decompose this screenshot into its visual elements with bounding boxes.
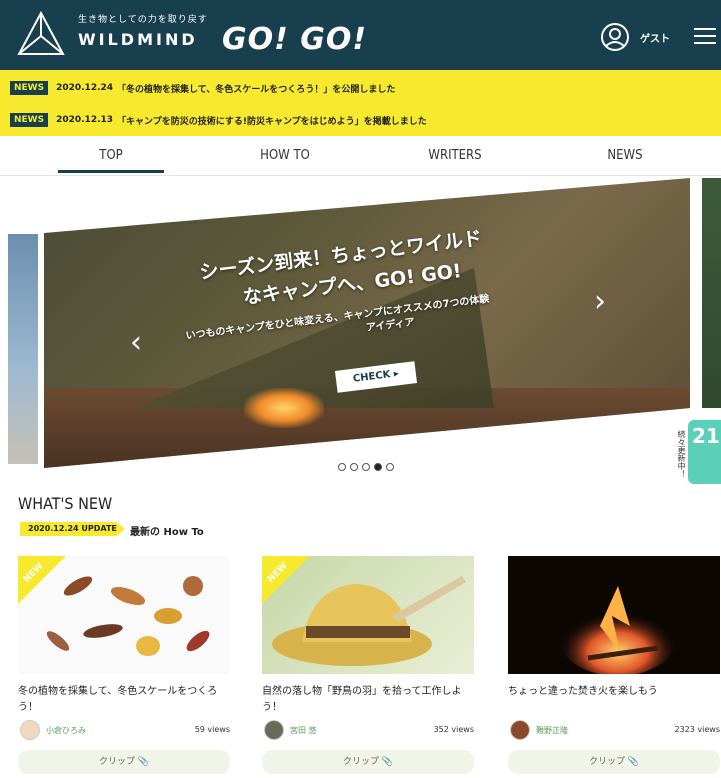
leaves-image	[46, 576, 210, 656]
article-card[interactable]: NEW 自然の落し物「野鳥の羽」を拾って工作しよう！ 宮田 悠 352 view…	[262, 556, 474, 774]
active-tab-indicator	[58, 170, 164, 173]
article-thumbnail[interactable]: NEW	[18, 556, 230, 674]
carousel-prev-slide[interactable]	[8, 234, 38, 464]
update-tag: 2020.12.24 UPDATE	[20, 522, 125, 536]
news-ticker: NEWS 2020.12.24 「冬の植物を採集して、冬色スケールをつくろう！」…	[0, 70, 721, 136]
author-name[interactable]: 小倉ひろみ	[46, 725, 86, 736]
clip-label: クリップ	[588, 757, 625, 767]
tab-writers[interactable]: WRITERS	[402, 148, 508, 163]
news-tag: NEWS	[10, 113, 49, 127]
view-count: 59 views	[194, 725, 230, 734]
article-title[interactable]: ちょっと違った焚き火を楽しもう	[508, 684, 720, 700]
avatar[interactable]	[264, 720, 284, 740]
main-tabs: TOP HOW TO WRITERS NEWS	[0, 140, 721, 176]
news-text: 「キャンプを防災の技術にする!防災キャンプをはじめよう」を掲載しました	[117, 116, 427, 127]
author-name[interactable]: 宮田 悠	[290, 725, 317, 736]
carousel-next-slide[interactable]	[702, 178, 721, 408]
clip-button[interactable]: クリップ 📎	[262, 750, 474, 774]
paperclip-icon: 📎	[627, 757, 640, 767]
carousel-dot[interactable]	[386, 463, 394, 471]
news-item[interactable]: NEWS 2020.12.24 「冬の植物を採集して、冬色スケールをつくろう！」…	[10, 78, 395, 98]
author-name[interactable]: 難野正隆	[536, 725, 568, 736]
article-title[interactable]: 冬の植物を採集して、冬色スケールをつくろう！	[18, 684, 230, 716]
logo-icon[interactable]	[16, 10, 66, 60]
article-card[interactable]: ちょっと違った焚き火を楽しもう 難野正隆 2323 views クリップ 📎	[508, 556, 720, 774]
site-tagline: 生き物としての力を取り戻す	[78, 15, 208, 25]
carousel-dot[interactable]	[338, 463, 346, 471]
chevron-right-icon[interactable]: ›	[594, 282, 616, 322]
clip-label: クリップ	[98, 757, 135, 767]
campfire-image	[558, 586, 678, 674]
side-badge-vertical-text: 続々更新中！	[677, 430, 686, 478]
whats-new-label: 最新の How To	[130, 527, 204, 538]
article-thumbnail[interactable]	[508, 556, 720, 674]
site-header: 生き物としての力を取り戻す WILDMIND GO! GO! ゲスト	[0, 0, 721, 70]
side-badge-number: 213	[692, 424, 721, 448]
carousel-dot[interactable]	[362, 463, 370, 471]
avatar[interactable]	[20, 720, 40, 740]
tab-top[interactable]: TOP	[58, 148, 164, 163]
paperclip-icon: 📎	[137, 757, 150, 767]
news-tag: NEWS	[10, 81, 49, 95]
hero-carousel: シーズン到来！ちょっとワイルド なキャンプへ、GO! GO! いつものキャンプを…	[0, 178, 721, 480]
article-thumbnail[interactable]: NEW	[262, 556, 474, 674]
tab-news[interactable]: NEWS	[572, 148, 678, 163]
slide-image-fire	[244, 388, 324, 428]
avatar[interactable]	[510, 720, 530, 740]
article-card[interactable]: NEW 冬の植物を採集して、冬色スケールをつくろう！ 小倉ひろみ 59 view…	[18, 556, 230, 774]
news-item[interactable]: NEWS 2020.12.13 「キャンプを防災の技術にする!防災キャンプをはじ…	[10, 110, 427, 130]
hamburger-menu-icon[interactable]	[694, 28, 716, 44]
brand-name[interactable]: WILDMIND	[78, 30, 198, 49]
brand-go[interactable]: GO! GO!	[222, 22, 367, 57]
news-text: 「冬の植物を採集して、冬色スケールをつくろう！」を公開しました	[117, 84, 396, 95]
guest-label[interactable]: ゲスト	[640, 30, 670, 45]
clip-button[interactable]: クリップ 📎	[18, 750, 230, 774]
carousel-dot[interactable]	[374, 463, 382, 471]
tab-how-to[interactable]: HOW TO	[232, 148, 338, 163]
clip-label: クリップ	[342, 757, 379, 767]
side-badge[interactable]: 続々更新中！ 213	[674, 420, 721, 508]
news-date: 2020.12.13	[56, 115, 114, 125]
user-icon[interactable]	[600, 22, 630, 52]
hat-image	[272, 576, 466, 666]
view-count: 352 views	[433, 725, 474, 734]
clip-button[interactable]: クリップ 📎	[508, 750, 720, 774]
paperclip-icon: 📎	[381, 757, 394, 767]
carousel-pagination	[338, 463, 394, 471]
whats-new-title: WHAT'S NEW	[18, 494, 113, 513]
news-date: 2020.12.24	[56, 83, 114, 93]
chevron-left-icon[interactable]: ‹	[130, 323, 152, 363]
article-title[interactable]: 自然の落し物「野鳥の羽」を拾って工作しよう！	[262, 684, 474, 716]
carousel-dot[interactable]	[350, 463, 358, 471]
view-count: 2323 views	[674, 725, 721, 734]
side-badge-box[interactable]: 213	[688, 420, 721, 484]
